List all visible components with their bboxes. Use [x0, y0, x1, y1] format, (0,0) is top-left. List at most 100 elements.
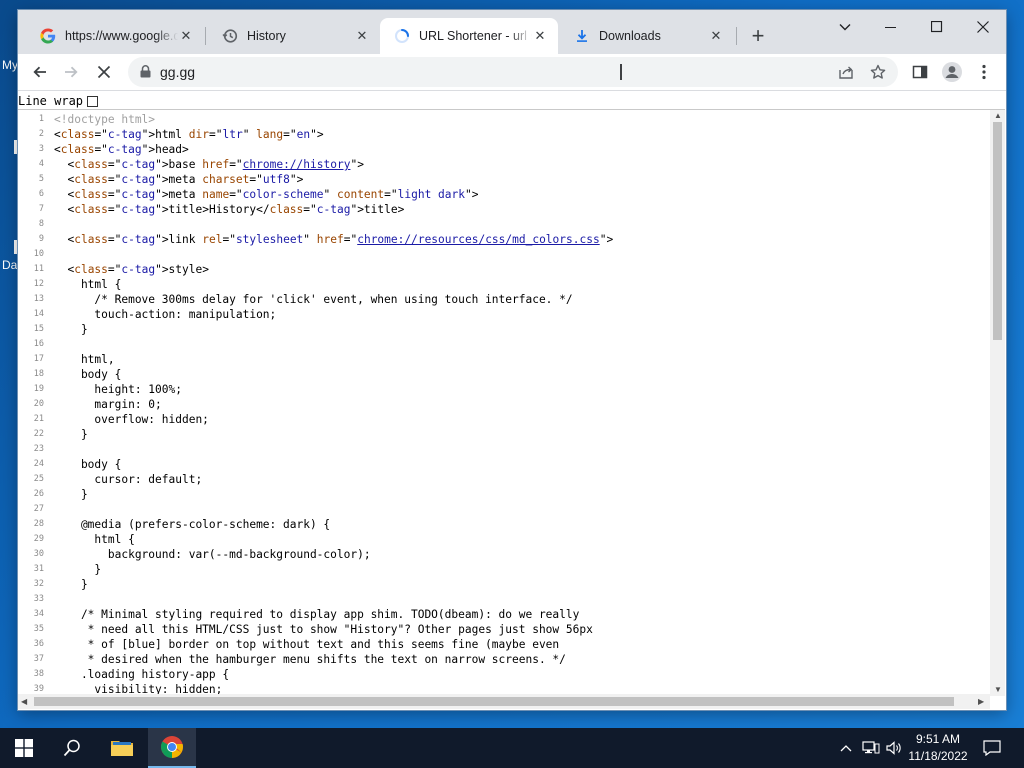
- line-text: * desired when the hamburger menu shifts…: [54, 653, 566, 666]
- line-number: 4: [38, 159, 44, 169]
- volume-icon[interactable]: [884, 728, 904, 768]
- tab-title: History: [247, 29, 286, 43]
- stop-loading-button[interactable]: [90, 58, 118, 86]
- vertical-scrollbar[interactable]: ▲ ▼: [990, 110, 1005, 696]
- history-icon: [222, 28, 238, 44]
- start-button[interactable]: [0, 728, 48, 768]
- notifications-icon[interactable]: [978, 728, 1006, 768]
- line-text: <class="c-tag">link rel="stylesheet" hre…: [54, 233, 614, 246]
- scroll-up-arrow-icon[interactable]: ▲: [994, 111, 1002, 120]
- close-tab-icon[interactable]: ✕: [354, 28, 370, 44]
- source-line: 32 }: [18, 577, 990, 592]
- profile-button[interactable]: [938, 58, 966, 86]
- network-icon[interactable]: [860, 728, 882, 768]
- back-button[interactable]: [26, 58, 54, 86]
- side-panel-icon: [912, 65, 928, 79]
- folder-icon: [111, 741, 133, 756]
- line-text: <class="c-tag">title>History</class="c-t…: [54, 203, 405, 216]
- source-line: 17 html,: [18, 352, 990, 367]
- tab-title: Downloads: [599, 29, 661, 43]
- line-text: }: [54, 428, 88, 441]
- line-text: <class="c-tag">meta name="color-scheme" …: [54, 188, 479, 201]
- minimize-button[interactable]: [868, 12, 914, 42]
- tab-history[interactable]: History ✕: [208, 18, 380, 54]
- taskbar: 9:51 AM 11/18/2022: [0, 728, 1024, 768]
- tab-downloads[interactable]: Downloads ✕: [560, 18, 734, 54]
- desktop-icon-label-my[interactable]: My: [2, 58, 18, 72]
- line-number: 2: [38, 129, 44, 139]
- line-wrap-checkbox[interactable]: [87, 95, 99, 107]
- kebab-menu-icon: [982, 64, 986, 80]
- tab-search-button[interactable]: [822, 12, 868, 42]
- line-number: 38: [33, 669, 44, 679]
- horizontal-scrollbar[interactable]: ◀ ▶: [18, 694, 990, 709]
- line-number: 10: [33, 249, 44, 259]
- file-explorer-button[interactable]: [98, 728, 146, 768]
- close-tab-icon[interactable]: ✕: [178, 28, 194, 44]
- close-tab-icon[interactable]: ✕: [708, 28, 724, 44]
- line-number: 36: [33, 639, 44, 649]
- line-text: overflow: hidden;: [54, 413, 209, 426]
- line-number: 33: [33, 594, 44, 604]
- arrow-left-icon: [33, 66, 46, 78]
- line-number: 30: [33, 549, 44, 559]
- source-line: 8: [18, 217, 990, 232]
- line-text: <class="c-tag">meta charset="utf8">: [54, 173, 304, 186]
- scroll-down-arrow-icon[interactable]: ▼: [994, 685, 1002, 694]
- line-number: 20: [33, 399, 44, 409]
- browser-toolbar: gg.gg: [18, 54, 1006, 91]
- chrome-icon: [161, 736, 183, 758]
- share-icon[interactable]: [834, 60, 858, 84]
- tab-url-shortener[interactable]: URL Shortener - url shortener ✕: [380, 18, 558, 54]
- close-tab-icon[interactable]: ✕: [532, 28, 548, 44]
- show-hidden-icons-chevron-icon[interactable]: [838, 728, 854, 768]
- line-number: 21: [33, 414, 44, 424]
- scroll-right-arrow-icon[interactable]: ▶: [978, 697, 984, 706]
- source-line: 37 * desired when the hamburger menu shi…: [18, 652, 990, 667]
- system-clock[interactable]: 9:51 AM 11/18/2022: [906, 731, 970, 765]
- line-text: html {: [54, 278, 122, 291]
- url-text[interactable]: gg.gg: [160, 64, 195, 80]
- line-number: 13: [33, 294, 44, 304]
- line-number: 16: [33, 339, 44, 349]
- line-text: <class="c-tag">html dir="ltr" lang="en">: [54, 128, 324, 141]
- close-window-button[interactable]: [960, 12, 1006, 42]
- source-line: 12 html {: [18, 277, 990, 292]
- source-line: 38 .loading history-app {: [18, 667, 990, 682]
- line-number: 7: [38, 204, 44, 214]
- scroll-left-arrow-icon[interactable]: ◀: [21, 697, 27, 706]
- new-tab-button[interactable]: +: [746, 23, 770, 48]
- line-number: 17: [33, 354, 44, 364]
- line-wrap-control[interactable]: Line wrap: [18, 93, 99, 109]
- line-number: 26: [33, 489, 44, 499]
- forward-button[interactable]: [57, 58, 85, 86]
- chrome-taskbar-button[interactable]: [148, 728, 196, 768]
- line-number: 6: [38, 189, 44, 199]
- clock-date: 11/18/2022: [908, 749, 968, 763]
- bookmark-star-icon[interactable]: [866, 60, 890, 84]
- line-text: touch-action: manipulation;: [54, 308, 277, 321]
- line-text: /* Remove 300ms delay for 'click' event,…: [54, 293, 573, 306]
- line-wrap-label: Line wrap: [18, 94, 84, 108]
- search-button[interactable]: [48, 728, 96, 768]
- line-number: 18: [33, 369, 44, 379]
- line-number: 19: [33, 384, 44, 394]
- menu-button[interactable]: [970, 58, 998, 86]
- line-number: 31: [33, 564, 44, 574]
- line-number: 27: [33, 504, 44, 514]
- vertical-scroll-thumb[interactable]: [993, 122, 1002, 340]
- address-bar[interactable]: gg.gg: [128, 57, 898, 87]
- desktop-icon-label-da[interactable]: Da: [2, 258, 17, 272]
- line-number: 11: [33, 264, 44, 274]
- lock-icon[interactable]: [140, 65, 151, 83]
- line-number: 28: [33, 519, 44, 529]
- source-code-view: 1 <!doctype html> 2 <class="c-tag">html dir…: [18, 109, 1005, 696]
- maximize-button[interactable]: [914, 12, 960, 42]
- source-line: 18 body {: [18, 367, 990, 382]
- side-panel-button[interactable]: [906, 58, 934, 86]
- horizontal-scroll-thumb[interactable]: [34, 697, 954, 706]
- source-line: 2 <class="c-tag">html dir="ltr" lang="en"…: [18, 127, 990, 142]
- text-cursor-caret: [620, 64, 622, 80]
- tab-google[interactable]: https://www.google.com ✕: [26, 18, 204, 54]
- source-line: 23: [18, 442, 990, 457]
